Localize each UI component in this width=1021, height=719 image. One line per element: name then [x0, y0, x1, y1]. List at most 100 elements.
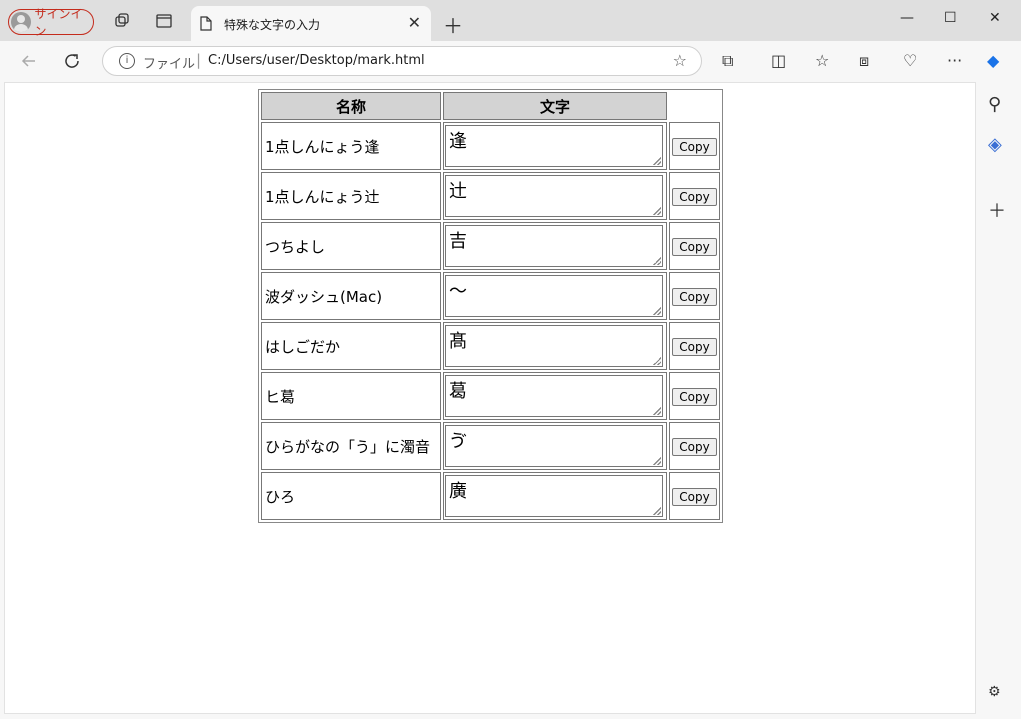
- copy-cell: Copy: [669, 472, 720, 520]
- resize-grip-icon[interactable]: [653, 257, 661, 265]
- character-textarea[interactable]: 辻: [445, 175, 663, 217]
- copy-button[interactable]: Copy: [672, 487, 717, 506]
- table-row: ヒ葛 葛 Copy: [261, 372, 720, 420]
- address-separator: |: [196, 51, 202, 69]
- character-cell: 〜: [443, 272, 667, 320]
- table-row: 1点しんにょう辻 辻 Copy: [261, 172, 720, 220]
- character-textarea[interactable]: 〜: [445, 275, 663, 317]
- search-icon[interactable]: ⚲: [988, 94, 1001, 115]
- name-column-header: 名称: [261, 92, 441, 120]
- copy-button[interactable]: Copy: [672, 337, 717, 356]
- resize-grip-icon[interactable]: [653, 507, 661, 515]
- favorites-icon[interactable]: ☆: [815, 51, 829, 70]
- table-row: ひろ 廣 Copy: [261, 472, 720, 520]
- copy-button[interactable]: Copy: [672, 387, 717, 406]
- toolbar: i ファイル | C:/Users/user/Desktop/mark.html…: [0, 41, 1021, 81]
- table-row: はしごだか 髙 Copy: [261, 322, 720, 370]
- address-scheme: ファイル: [143, 57, 196, 72]
- info-icon[interactable]: i: [119, 53, 135, 69]
- copy-cell: Copy: [669, 372, 720, 420]
- browser-essentials-icon[interactable]: ♡: [903, 51, 917, 70]
- tab-strip: サインイン 特殊な文字の入力 ✕ ＋ — ☐ ✕: [0, 0, 1021, 41]
- character-cell: 辻: [443, 172, 667, 220]
- profile-label: サインイン: [34, 7, 83, 38]
- character-value: 髙: [449, 331, 467, 352]
- character-name: 波ダッシュ(Mac): [261, 272, 441, 320]
- character-cell: 葛: [443, 372, 667, 420]
- collections-icon[interactable]: ⧈: [859, 51, 869, 71]
- profile-button[interactable]: サインイン: [8, 7, 94, 38]
- character-value: 廣: [449, 481, 467, 502]
- workspaces-icon[interactable]: [113, 12, 131, 30]
- character-textarea[interactable]: 廣: [445, 475, 663, 517]
- character-value: ゔ: [449, 431, 467, 452]
- resize-grip-icon[interactable]: [653, 157, 661, 165]
- back-icon[interactable]: [19, 51, 39, 71]
- page-content: 名称 文字 1点しんにょう逢 逢 Copy 1点しんにょう辻 辻 Copy つち…: [4, 82, 976, 714]
- add-sidebar-app-icon[interactable]: ＋: [988, 197, 1006, 223]
- table-row: 波ダッシュ(Mac) 〜 Copy: [261, 272, 720, 320]
- more-options-icon[interactable]: ···: [947, 51, 962, 70]
- maximize-icon[interactable]: ☐: [944, 10, 957, 26]
- copy-cell: Copy: [669, 322, 720, 370]
- vertical-tabs-icon[interactable]: [155, 12, 173, 30]
- address-bar[interactable]: i ファイル | C:/Users/user/Desktop/mark.html…: [102, 46, 702, 76]
- character-cell: 吉: [443, 222, 667, 270]
- copy-button[interactable]: Copy: [672, 137, 717, 156]
- copy-button[interactable]: Copy: [672, 237, 717, 256]
- close-tab-icon[interactable]: ✕: [408, 13, 421, 32]
- new-tab-icon[interactable]: ＋: [443, 10, 463, 39]
- shopping-tag-icon[interactable]: ◈: [988, 134, 1002, 155]
- refresh-icon[interactable]: [62, 51, 82, 71]
- character-value: 葛: [449, 381, 467, 402]
- copy-button[interactable]: Copy: [672, 287, 717, 306]
- special-characters-table: 名称 文字 1点しんにょう逢 逢 Copy 1点しんにょう辻 辻 Copy つち…: [258, 89, 723, 523]
- character-textarea[interactable]: 髙: [445, 325, 663, 367]
- copilot-icon[interactable]: ◆: [987, 51, 999, 70]
- table-row: ひらがなの「う」に濁音 ゔ Copy: [261, 422, 720, 470]
- copy-cell: Copy: [669, 172, 720, 220]
- copy-button[interactable]: Copy: [672, 187, 717, 206]
- extensions-icon[interactable]: ⧉: [722, 51, 733, 71]
- character-name: 1点しんにょう辻: [261, 172, 441, 220]
- avatar-icon: [11, 12, 31, 32]
- settings-icon[interactable]: ⚙: [988, 684, 1001, 700]
- character-textarea[interactable]: 葛: [445, 375, 663, 417]
- character-name: はしごだか: [261, 322, 441, 370]
- character-textarea[interactable]: 吉: [445, 225, 663, 267]
- resize-grip-icon[interactable]: [653, 207, 661, 215]
- copy-cell: Copy: [669, 272, 720, 320]
- copy-cell: Copy: [669, 222, 720, 270]
- split-screen-icon[interactable]: ◫: [771, 51, 786, 70]
- character-textarea[interactable]: ゔ: [445, 425, 663, 467]
- character-column-header: 文字: [443, 92, 667, 120]
- table-header-row: 名称 文字: [261, 92, 720, 120]
- character-cell: ゔ: [443, 422, 667, 470]
- active-tab[interactable]: 特殊な文字の入力 ✕: [191, 6, 431, 41]
- window-close-icon[interactable]: ✕: [989, 10, 1001, 26]
- empty-header: [669, 92, 720, 120]
- character-name: ひろ: [261, 472, 441, 520]
- address-url: C:/Users/user/Desktop/mark.html: [208, 53, 425, 68]
- minimize-icon[interactable]: —: [900, 10, 914, 26]
- character-value: 逢: [449, 131, 467, 152]
- resize-grip-icon[interactable]: [653, 407, 661, 415]
- table-row: つちよし 吉 Copy: [261, 222, 720, 270]
- resize-grip-icon[interactable]: [653, 357, 661, 365]
- character-cell: 髙: [443, 322, 667, 370]
- resize-grip-icon[interactable]: [653, 457, 661, 465]
- character-value: 辻: [449, 181, 467, 202]
- resize-grip-icon[interactable]: [653, 307, 661, 315]
- favorite-star-icon[interactable]: ☆: [673, 51, 687, 70]
- page-icon: [200, 16, 212, 31]
- character-value: 吉: [449, 231, 467, 252]
- tab-title: 特殊な文字の入力: [224, 18, 321, 32]
- character-cell: 廣: [443, 472, 667, 520]
- character-value: 〜: [449, 281, 467, 302]
- table-row: 1点しんにょう逢 逢 Copy: [261, 122, 720, 170]
- copy-button[interactable]: Copy: [672, 437, 717, 456]
- character-name: ヒ葛: [261, 372, 441, 420]
- character-textarea[interactable]: 逢: [445, 125, 663, 167]
- character-name: つちよし: [261, 222, 441, 270]
- character-cell: 逢: [443, 122, 667, 170]
